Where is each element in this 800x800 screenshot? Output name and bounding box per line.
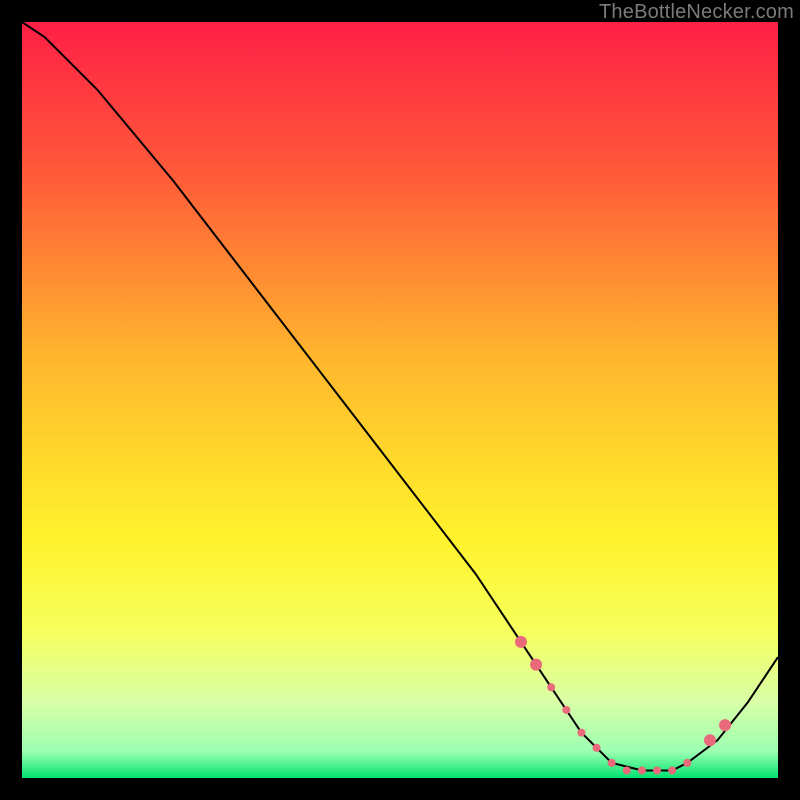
marker-dot bbox=[638, 766, 646, 774]
marker-dot bbox=[547, 683, 555, 691]
marker-dot bbox=[530, 659, 542, 671]
marker-dot bbox=[515, 636, 527, 648]
marker-dot bbox=[683, 759, 691, 767]
marker-dot bbox=[623, 766, 631, 774]
marker-dot bbox=[704, 734, 716, 746]
marker-dot bbox=[653, 766, 661, 774]
attribution-text: TheBottleNecker.com bbox=[599, 1, 794, 24]
bottleneck-chart bbox=[22, 22, 778, 778]
chart-frame: TheBottleNecker.com bbox=[0, 0, 800, 800]
marker-dot bbox=[577, 729, 585, 737]
marker-dot bbox=[668, 766, 676, 774]
marker-dot bbox=[562, 706, 570, 714]
marker-dot bbox=[593, 744, 601, 752]
marker-dot bbox=[608, 759, 616, 767]
marker-dot bbox=[719, 719, 731, 731]
